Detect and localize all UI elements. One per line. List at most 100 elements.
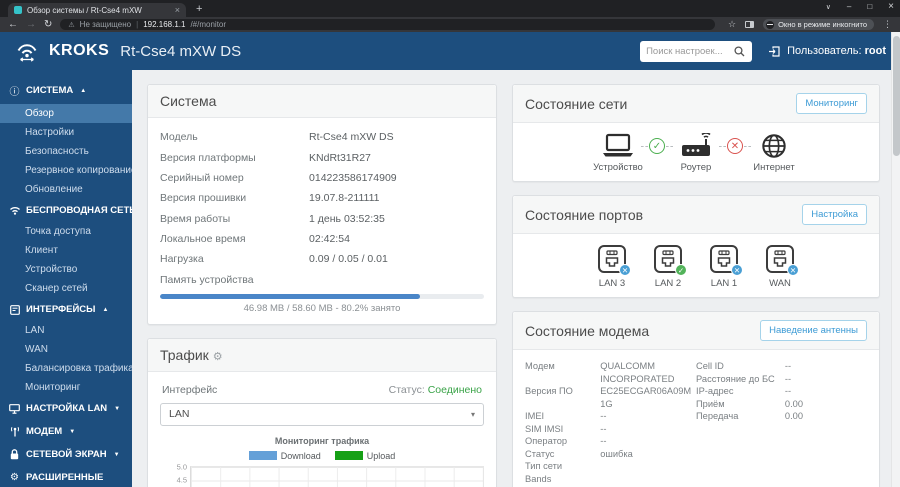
modem-row: Тип сети [525, 461, 563, 471]
port-lan3: ✕ LAN 3 [597, 244, 631, 289]
forward-icon[interactable]: → [26, 19, 36, 30]
browser-toolbar: ← → ↻ ⚠ Не защищено | 192.168.1.1/#/moni… [0, 17, 900, 32]
antenna-icon [8, 426, 21, 437]
menu-dots-icon[interactable]: ⋮ [883, 19, 892, 30]
brand-name: KROKS [49, 42, 110, 59]
memory-progress-bar [160, 293, 484, 299]
modem-row: Cell ID -- [696, 361, 792, 371]
incognito-icon [766, 20, 775, 29]
chevron-up-icon: ▲ [102, 306, 109, 313]
sidebar-item-network-scanner[interactable]: Сканер сетей [0, 279, 132, 298]
port-down-badge: ✕ [731, 264, 743, 276]
traffic-panel: Трафик ⚙ Интерфейс Статус: Соединено LAN [147, 337, 497, 487]
internet-node: Интернет [743, 133, 805, 173]
modem-row: Расстояние до БС -- [696, 373, 792, 384]
browser-tab-strip: Обзор системы / Rt-Cse4 mXW × + ∨ – □ × [0, 0, 900, 17]
modem-row: Статус ошибка [525, 448, 633, 459]
monitor-icon [8, 403, 21, 414]
window-minimize-button[interactable]: – [847, 2, 851, 11]
memory-label: Память устройства [160, 273, 254, 286]
connection-status: Статус: Соединено [388, 383, 482, 396]
system-row-serial: Серийный номер 014223586174909 [160, 171, 397, 184]
sidebar-item-overview[interactable]: Обзор [0, 104, 132, 123]
security-label: Не защищено [79, 20, 132, 29]
new-tab-button[interactable]: + [196, 3, 202, 15]
wifi-icon [8, 206, 21, 215]
antenna-pointing-button[interactable]: Наведение антенны [760, 320, 867, 341]
chevron-down-icon: ▼ [69, 428, 76, 435]
tab-close-icon[interactable]: × [175, 6, 180, 15]
browser-tab[interactable]: Обзор системы / Rt-Cse4 mXW × [8, 3, 186, 17]
chevron-down-icon: ▼ [113, 451, 120, 458]
chart-legend: Download Upload [160, 450, 484, 461]
port-settings-button[interactable]: Настройка [802, 204, 867, 225]
monitoring-button[interactable]: Мониторинг [796, 93, 867, 114]
sidebar-item-wan[interactable]: WAN [0, 340, 132, 359]
info-icon: ⓘ [9, 87, 20, 98]
sidebar-section-system[interactable]: ⓘ СИСТЕМА ▲ [0, 77, 132, 104]
sidebar-section-firewall[interactable]: СЕТЕВОЙ ЭКРАН ▼ [0, 443, 132, 466]
window-close-button[interactable]: × [888, 1, 894, 12]
download-legend-swatch [248, 450, 277, 460]
network-panel-title: Состояние сети [525, 95, 628, 112]
modem-panel-title: Состояние модема [525, 322, 650, 339]
sidebar-item-lan[interactable]: LAN [0, 321, 132, 340]
settings-search[interactable] [640, 40, 753, 62]
link-device-router: ✓ [641, 138, 673, 154]
globe-icon [762, 134, 786, 158]
sidebar-item-backup[interactable]: Резервное копирование [0, 161, 132, 180]
gear-icon[interactable]: ⚙ [213, 351, 223, 363]
sidebar-section-interfaces[interactable]: ИНТЕРФЕЙСЫ ▲ [0, 298, 132, 321]
sidebar-section-modem[interactable]: МОДЕМ ▼ [0, 420, 132, 443]
sidebar-item-settings[interactable]: Настройки [0, 123, 132, 142]
modem-status-panel: Состояние модема Наведение антенны Модем… [512, 311, 880, 487]
sidebar-section-lan-settings[interactable]: НАСТРОЙКА LAN ▼ [0, 397, 132, 420]
chart-plot-area [190, 465, 484, 487]
port-up-badge: ✓ [675, 264, 687, 276]
system-row-uptime: Время работы 1 день 03:52:35 [160, 212, 385, 225]
brand-logo: KROKS Rt-Cse4 mXW DS [14, 40, 241, 62]
sidebar-item-client[interactable]: Клиент [0, 241, 132, 260]
router-node: Роутер [665, 133, 727, 173]
sidebar-section-advanced[interactable]: ⚙ РАСШИРЕННЫЕ [0, 466, 132, 487]
chevron-down-icon: ▼ [114, 405, 121, 412]
kroks-wifi-logo-icon [17, 44, 37, 62]
sidebar-item-traffic-balancing[interactable]: Балансировка трафика [0, 359, 132, 378]
main-content: Система Модель Rt-Cse4 mXW DS Версия плат… [132, 70, 900, 487]
x-circle-icon: ✕ [727, 138, 743, 154]
back-icon[interactable]: ← [8, 19, 18, 30]
system-row-platform: Версия платформы KNdRt31R27 [160, 151, 371, 164]
page-title: Rt-Cse4 mXW DS [120, 42, 242, 60]
sidebar-item-device[interactable]: Устройство [0, 260, 132, 279]
reload-icon[interactable]: ↻ [44, 19, 52, 30]
modem-row: Передача 0.00 [696, 411, 804, 421]
url-host: 192.168.1.1 [143, 20, 186, 29]
upload-legend-label: Upload [366, 450, 396, 461]
page-scrollbar[interactable] [891, 32, 900, 487]
scrollbar-thumb[interactable] [893, 36, 900, 156]
port-wan: ✕ WAN [765, 244, 799, 289]
sidebar-item-access-point[interactable]: Точка доступа [0, 222, 132, 241]
tab-search-icon[interactable]: ∨ [826, 3, 831, 11]
search-input[interactable] [646, 45, 731, 57]
side-panel-icon[interactable] [745, 21, 755, 28]
system-row-model: Модель Rt-Cse4 mXW DS [160, 131, 394, 144]
download-legend-label: Download [280, 450, 321, 461]
sidebar-item-security[interactable]: Безопасность [0, 142, 132, 161]
warning-icon: ⚠ [68, 21, 75, 29]
user-label: Пользователь: [787, 45, 862, 57]
window-maximize-button[interactable]: □ [867, 2, 872, 11]
bookmark-star-icon[interactable]: ☆ [728, 19, 736, 30]
port-down-badge: ✕ [787, 264, 799, 276]
memory-caption: 46.98 MB / 58.60 MB - 80.2% занято [243, 302, 401, 314]
modem-row: Bands [525, 473, 552, 484]
modem-row: Версия ПО EC25ECGAR06A09M1G [525, 386, 692, 409]
modem-row: IMEI -- [525, 411, 607, 421]
interface-select[interactable]: LAN ▾ [160, 402, 484, 426]
sidebar-item-monitoring[interactable]: Мониторинг [0, 378, 132, 397]
sidebar-section-wireless[interactable]: БЕСПРОВОДНАЯ СЕТЬ ▲ [0, 199, 132, 222]
sidebar-item-update[interactable]: Обновление [0, 180, 132, 199]
user-menu[interactable]: Пользователь: root [768, 45, 886, 58]
url-bar[interactable]: ⚠ Не защищено | 192.168.1.1/#/monitor [60, 19, 716, 30]
search-icon[interactable] [734, 45, 745, 57]
